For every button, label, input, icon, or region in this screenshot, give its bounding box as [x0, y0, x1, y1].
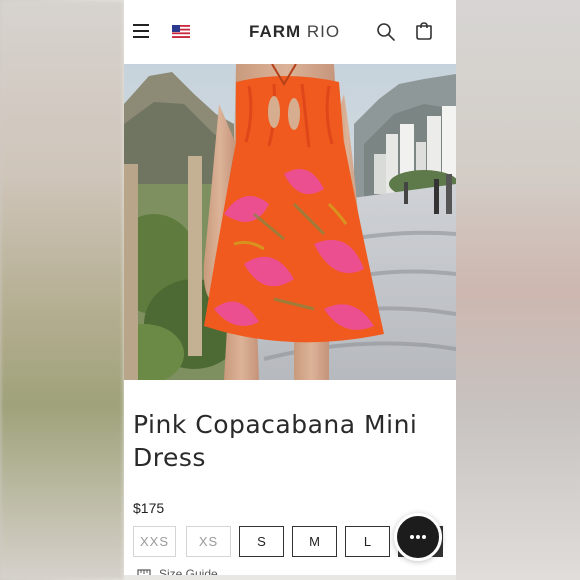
us-flag-icon[interactable]	[172, 25, 190, 38]
background-left	[0, 0, 124, 580]
chat-bubble-icon[interactable]	[394, 513, 442, 561]
shopping-bag-icon[interactable]	[414, 21, 434, 41]
product-price: $175	[133, 500, 165, 516]
size-option-xxs[interactable]: XXS	[133, 526, 176, 557]
logo-sub: RIO	[306, 22, 341, 41]
search-icon[interactable]	[376, 22, 396, 42]
product-title: Pink Copacabana Mini Dress	[133, 410, 418, 472]
bottom-bar	[124, 575, 456, 580]
site-header: FARM RIO	[124, 0, 456, 64]
hamburger-icon[interactable]	[133, 24, 149, 38]
size-option-s[interactable]: S	[239, 526, 284, 557]
size-option-m[interactable]: M	[292, 526, 337, 557]
phone-screen: FARM RIO Pink Copacabana Mini Dress $175…	[124, 0, 456, 580]
size-option-xs[interactable]: XS	[186, 526, 231, 557]
chat-dots-icon	[410, 535, 426, 539]
logo-main: FARM	[249, 22, 302, 41]
hero-product-photo[interactable]	[124, 64, 456, 380]
brand-logo[interactable]: FARM RIO	[249, 22, 340, 42]
size-option-l[interactable]: L	[345, 526, 390, 557]
background-right	[456, 0, 580, 580]
